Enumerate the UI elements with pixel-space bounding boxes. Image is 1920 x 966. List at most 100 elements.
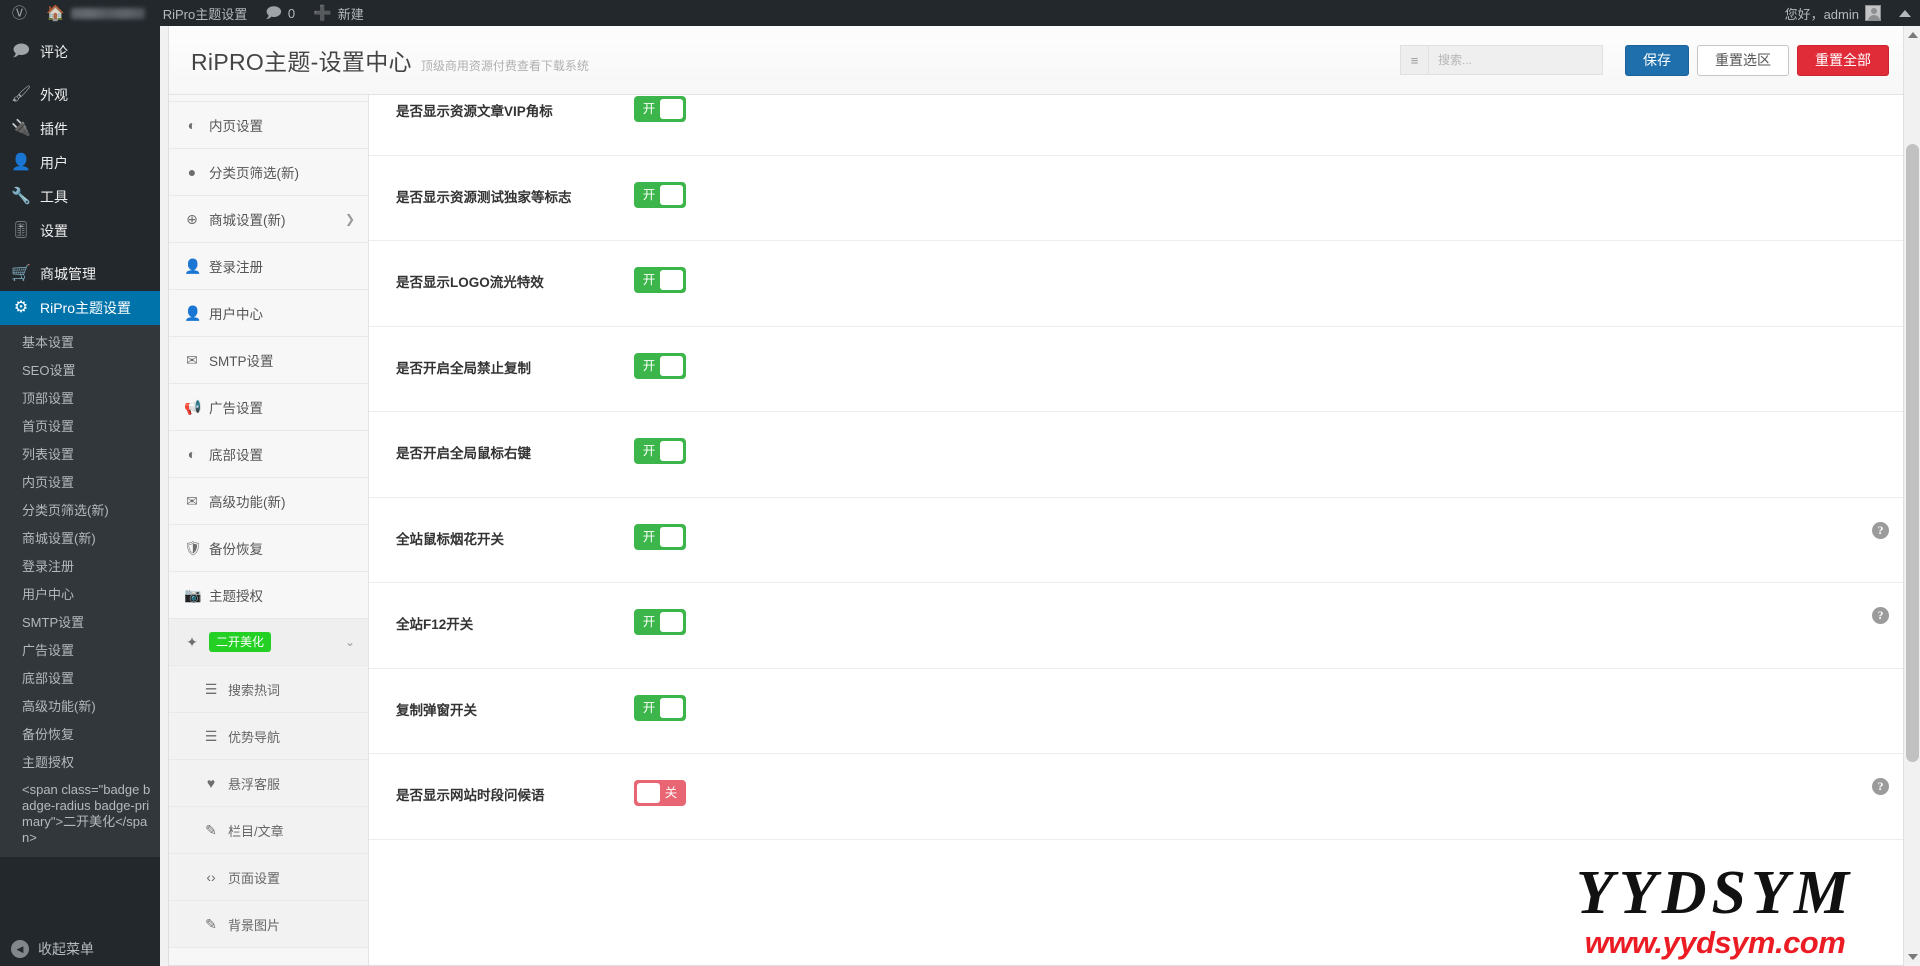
key-camera-icon: 📷 [184,588,200,602]
nav-item-7[interactable]: 📢广告设置 [169,384,369,431]
triangle-up-icon [1899,10,1911,17]
nav-item-18[interactable]: ✎背景图片 [169,901,369,948]
question-mark-icon[interactable]: ? [1872,522,1889,539]
wordpress-logo-icon[interactable]: Ⓥ [0,0,37,26]
save-button[interactable]: 保存 [1625,45,1689,76]
toggle-state-label: 关 [658,780,684,806]
toggle-state-label: 开 [636,182,662,208]
admin-submenu-item-6[interactable]: 分类页筛选(新) [0,497,160,525]
plus-circle-icon: ⊕ [184,212,200,226]
question-mark-icon[interactable]: ? [1872,778,1889,795]
option-row: 全站F12开关开? [369,583,1911,669]
nav-item-2[interactable]: ●分类页筛选(新) [169,149,369,196]
comment-icon: 🗩 [11,44,31,60]
admin-menu-item-0[interactable]: 🗩 评论 [0,35,160,69]
admin-submenu-item-8[interactable]: 登录注册 [0,553,160,581]
admin-menu-item-3[interactable]: 👤用户 [0,146,160,180]
nav-item-12[interactable]: ✦二开美化⌄ [169,619,369,666]
nav-item-label: 底部设置 [209,444,263,464]
nav-item-1[interactable]: ◐内页设置 [169,102,369,149]
code-brackets-icon: ‹› [203,870,219,884]
megaphone-icon: 📢 [184,400,200,414]
admin-menu-item-label: 评论 [40,42,68,62]
nav-item-14[interactable]: ☰优势导航 [169,713,369,760]
toggle-switch[interactable]: 开 [634,267,686,293]
admin-submenu-item-5[interactable]: 内页设置 [0,469,160,497]
nav-item-3[interactable]: ⊕商城设置(新)❯ [169,196,369,243]
users-icon: 👤 [11,155,31,171]
admin-submenu-item-1[interactable]: SEO设置 [0,357,160,385]
account-menu[interactable]: 您好，admin [1776,0,1890,26]
search-list-icon[interactable]: ≡ [1400,45,1428,75]
admin-submenu-item-9[interactable]: 用户中心 [0,581,160,609]
scrollbar-thumb[interactable] [1906,144,1919,762]
admin-submenu-item-16[interactable]: <span class="badge badge-radius badge-pr… [0,777,160,851]
toggle-switch[interactable]: 开 [634,695,686,721]
nav-item-label: 登录注册 [209,256,263,276]
admin-submenu-item-4[interactable]: 列表设置 [0,441,160,469]
scroll-up-arrow-icon[interactable] [1908,32,1918,38]
nav-item-5[interactable]: 👤用户中心 [169,290,369,337]
option-control: 开 [634,524,1911,555]
reset-section-button[interactable]: 重置选区 [1697,45,1789,76]
chevron-right-icon[interactable]: ❯ [345,212,355,226]
site-home-link[interactable]: 🏠 [37,0,154,26]
appearance-brush-icon: 🖌 [11,87,31,103]
nav-item-11[interactable]: 📷主题授权 [169,572,369,619]
toggle-switch[interactable]: 开 [634,353,686,379]
page-title: RiPRO主题-设置中心 顶级商用资源付费查看下载系统 [191,43,589,77]
nav-item-8[interactable]: ◐底部设置 [169,431,369,478]
admin-submenu-item-3[interactable]: 首页设置 [0,413,160,441]
toggle-switch[interactable]: 开 [634,438,686,464]
question-mark-icon[interactable]: ? [1872,607,1889,624]
adminbar-collapse-button[interactable] [1890,0,1920,26]
nav-item-9[interactable]: ✉高级功能(新) [169,478,369,525]
comments-link[interactable]: 🗩 0 [256,0,304,26]
nav-item-17[interactable]: ‹›页面设置 [169,854,369,901]
admin-submenu-item-13[interactable]: 高级功能(新) [0,693,160,721]
user-outline-icon: 👤 [184,259,200,273]
admin-menu-item-6[interactable]: 🛒商城管理 [0,257,160,291]
admin-submenu-item-2[interactable]: 顶部设置 [0,385,160,413]
nav-item-10[interactable]: 🛡备份恢复 [169,525,369,572]
page-scrollbar[interactable] [1903,26,1920,966]
option-label: 是否显示资源测试独家等标志 [369,182,634,208]
toggle-switch[interactable]: 开 [634,609,686,635]
toggle-switch[interactable]: 开 [634,524,686,550]
new-content-button[interactable]: ➕ 新建 [304,0,373,26]
admin-menu-item-1[interactable]: 🖌外观 [0,78,160,112]
admin-menu-item-4[interactable]: 🔧工具 [0,180,160,214]
collapse-menu-button[interactable]: ◀ 收起菜单 [0,932,160,966]
admin-submenu-item-7[interactable]: 商城设置(新) [0,525,160,553]
reset-all-button[interactable]: 重置全部 [1797,45,1889,76]
nav-item-0[interactable]: ☷列表设置 [169,95,369,102]
admin-menu-item-5[interactable]: 🎚设置 [0,214,160,248]
scroll-down-arrow-icon[interactable] [1908,954,1918,960]
admin-menu-item-7[interactable]: ⚙RiPro主题设置 [0,291,160,325]
theme-settings-link[interactable]: RiPro主题设置 [154,0,257,26]
nav-item-label: 搜索热词 [228,680,280,699]
toggle-switch[interactable]: 关 [634,780,686,806]
plus-icon: ➕ [313,6,332,21]
toggle-switch[interactable]: 开 [634,96,686,122]
chevron-down-icon[interactable]: ⌄ [345,635,355,649]
options-main: 是否显示资源文章VIP角标开是否显示资源测试独家等标志开是否显示LOGO流光特效… [369,95,1911,965]
nav-item-13[interactable]: ☰搜索热词 [169,666,369,713]
nav-subgroup: ☰搜索热词☰优势导航♥悬浮客服✎栏目/文章‹›页面设置✎背景图片 [169,666,369,948]
nav-item-16[interactable]: ✎栏目/文章 [169,807,369,854]
toggle-switch[interactable]: 开 [634,182,686,208]
admin-submenu-item-0[interactable]: 基本设置 [0,329,160,357]
plugin-plug-icon: 🔌 [11,121,31,137]
admin-submenu-item-14[interactable]: 备份恢复 [0,721,160,749]
nav-item-4[interactable]: 👤 登录注册 [169,243,369,290]
search-input[interactable] [1428,45,1603,75]
admin-submenu-item-11[interactable]: 广告设置 [0,637,160,665]
admin-submenu-item-15[interactable]: 主题授权 [0,749,160,777]
magic-wand-icon: ✦ [184,635,200,649]
admin-submenu-item-12[interactable]: 底部设置 [0,665,160,693]
option-control: 开 [634,267,1911,298]
admin-submenu-item-10[interactable]: SMTP设置 [0,609,160,637]
nav-item-15[interactable]: ♥悬浮客服 [169,760,369,807]
nav-item-6[interactable]: ✉SMTP设置 [169,337,369,384]
admin-menu-item-2[interactable]: 🔌插件 [0,112,160,146]
